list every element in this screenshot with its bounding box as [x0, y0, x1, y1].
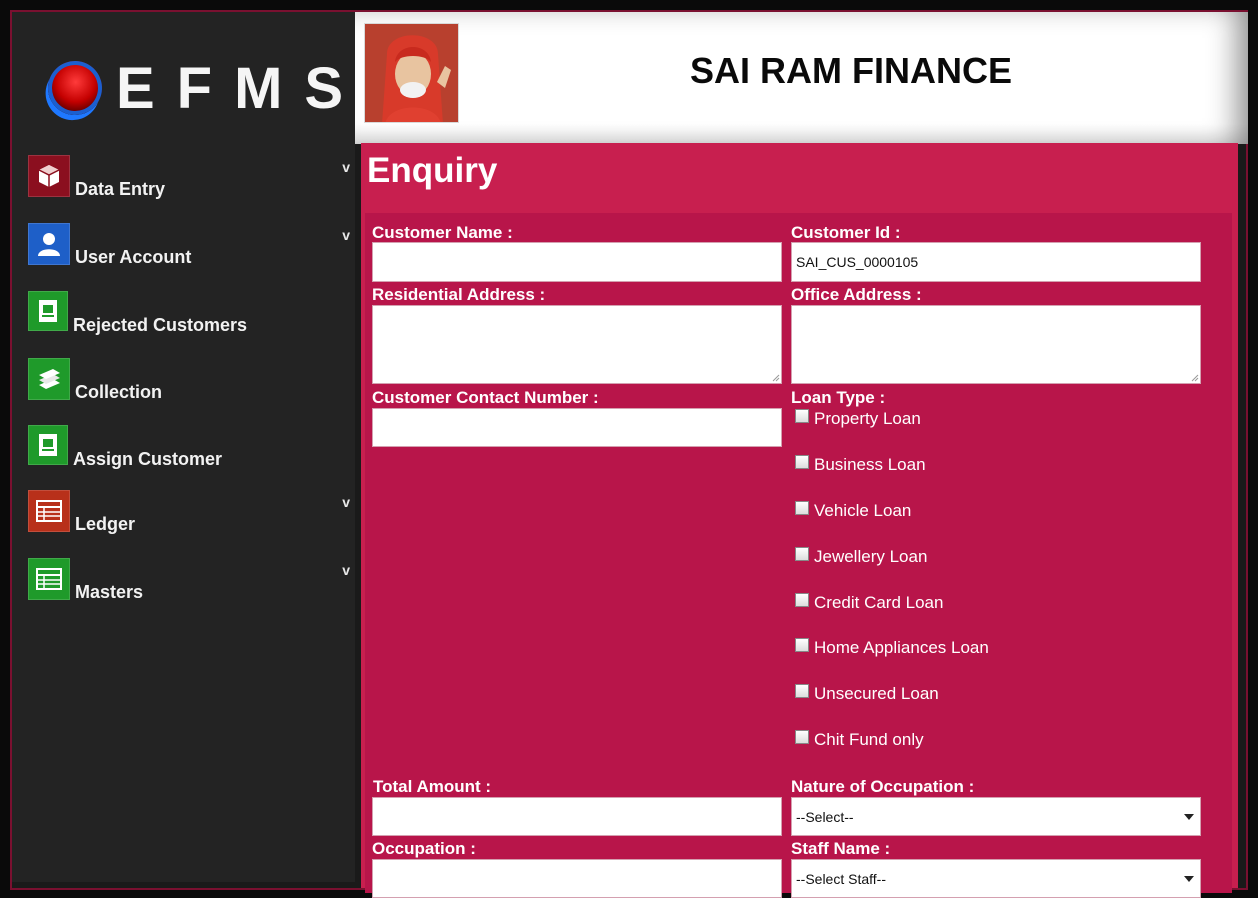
ledger-icon [28, 490, 70, 532]
sidebar: EFMS Data Entry v User Account v Rejecte… [12, 12, 355, 882]
residential-address-input[interactable] [372, 305, 782, 384]
sidebar-item-data-entry[interactable]: Data Entry v [28, 155, 350, 205]
stack-icon [28, 358, 70, 400]
sidebar-item-label: Masters [75, 582, 144, 602]
sidebar-item-label: Rejected Customers [73, 315, 248, 335]
checkbox[interactable] [795, 547, 809, 561]
office-address-label: Office Address : [791, 285, 922, 304]
portrait-image [364, 23, 459, 123]
loan-type-option-label: Property Loan [814, 409, 921, 428]
user-icon [28, 223, 70, 265]
staff-name-label: Staff Name : [791, 839, 891, 858]
document-icon [28, 291, 68, 331]
customer-id-input[interactable] [791, 242, 1201, 282]
customer-id-label: Customer Id : [791, 223, 901, 242]
cube-icon [28, 155, 70, 197]
loan-type-option[interactable]: Credit Card Loan [795, 593, 943, 613]
loan-type-option[interactable]: Unsecured Loan [795, 684, 939, 704]
checkbox[interactable] [795, 501, 809, 515]
header: SAI RAM FINANCE [355, 12, 1248, 144]
enquiry-form: Customer Name : Customer Id : Residentia… [365, 213, 1232, 898]
sidebar-item-masters[interactable]: Masters v [28, 558, 350, 608]
checkbox[interactable] [795, 409, 809, 423]
sidebar-item-label: Collection [75, 382, 163, 402]
chevron-down-icon: v [342, 562, 350, 578]
staff-name-select[interactable]: --Select Staff-- [791, 859, 1201, 898]
checkbox[interactable] [795, 593, 809, 607]
company-name: SAI RAM FINANCE [690, 50, 1012, 91]
office-address-input[interactable] [791, 305, 1201, 384]
loan-type-option-label: Credit Card Loan [814, 593, 944, 612]
enquiry-panel: Enquiry Customer Name : Customer Id : Re… [361, 143, 1238, 898]
nature-of-occupation-label: Nature of Occupation : [791, 777, 975, 796]
sidebar-item-assign-customer[interactable]: Assign Customer [28, 425, 350, 475]
sidebar-item-collection[interactable]: Collection [28, 358, 350, 408]
sidebar-item-user-account[interactable]: User Account v [28, 223, 350, 273]
loan-type-option[interactable]: Vehicle Loan [795, 501, 911, 521]
nature-of-occupation-select[interactable]: --Select-- [791, 797, 1201, 836]
total-amount-input[interactable] [372, 797, 782, 836]
occupation-input[interactable] [372, 859, 782, 898]
select-value: --Select Staff-- [796, 870, 886, 887]
checkbox[interactable] [795, 730, 809, 744]
customer-name-input[interactable] [372, 242, 782, 282]
total-amount-label: Total Amount : [373, 777, 492, 796]
loan-type-option[interactable]: Property Loan [795, 409, 921, 429]
sidebar-item-label: Ledger [75, 514, 136, 534]
document-icon [28, 425, 68, 465]
loan-type-option[interactable]: Chit Fund only [795, 730, 924, 750]
sidebar-item-label: User Account [75, 247, 192, 267]
loan-type-option-label: Unsecured Loan [814, 684, 939, 703]
sidebar-item-rejected-customers[interactable]: Rejected Customers [28, 291, 350, 341]
contact-number-input[interactable] [372, 408, 782, 447]
grid-icon [28, 558, 70, 600]
checkbox[interactable] [795, 455, 809, 469]
residential-address-label: Residential Address : [372, 285, 546, 304]
chevron-down-icon: v [342, 494, 350, 510]
logo-text: EFMS [116, 55, 366, 121]
loan-type-option-label: Jewellery Loan [814, 547, 928, 566]
sidebar-item-label: Data Entry [75, 179, 166, 199]
sidebar-item-label: Assign Customer [73, 449, 223, 469]
select-value: --Select-- [796, 808, 854, 825]
loan-type-option-label: Vehicle Loan [814, 501, 912, 520]
checkbox[interactable] [795, 684, 809, 698]
loan-type-option-label: Chit Fund only [814, 730, 924, 749]
page-title: Enquiry [367, 151, 498, 190]
loan-type-option-label: Business Loan [814, 455, 926, 474]
chevron-down-icon: v [342, 159, 350, 175]
dropdown-arrow-icon [1184, 875, 1194, 882]
loan-type-option[interactable]: Home Appliances Loan [795, 638, 989, 658]
contact-number-label: Customer Contact Number : [372, 388, 599, 407]
loan-type-option[interactable]: Jewellery Loan [795, 547, 927, 567]
loan-type-option-label: Home Appliances Loan [814, 638, 989, 657]
loan-type-option[interactable]: Business Loan [795, 455, 926, 475]
dropdown-arrow-icon [1184, 813, 1194, 820]
chevron-down-icon: v [342, 227, 350, 243]
occupation-label: Occupation : [372, 839, 476, 858]
customer-name-label: Customer Name : [372, 223, 513, 242]
loan-type-label: Loan Type : [791, 388, 886, 407]
logo-orb-icon [40, 53, 110, 123]
residential-address-wrapper [372, 305, 782, 384]
checkbox[interactable] [795, 638, 809, 652]
logo: EFMS [40, 48, 366, 128]
sidebar-item-ledger[interactable]: Ledger v [28, 490, 350, 540]
office-address-wrapper [791, 305, 1201, 384]
